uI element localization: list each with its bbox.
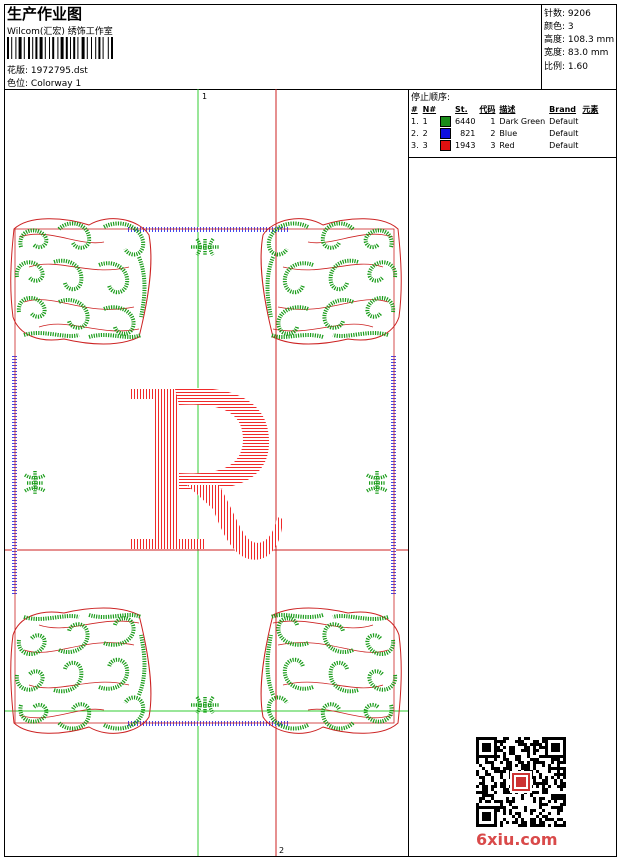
sprig-top xyxy=(189,237,221,257)
design-height: 高度: 108.3 mm xyxy=(544,32,614,45)
row-code: 2 xyxy=(490,128,496,138)
row-element xyxy=(580,127,600,139)
row-stitches: 821 xyxy=(460,128,476,138)
row-swatch xyxy=(438,127,453,139)
color-count-label: 颜色: xyxy=(544,22,566,32)
watermark-text: 6xiu.com xyxy=(476,830,558,849)
table-row: 3. 3 1943 3 Red Default xyxy=(409,139,600,151)
letter-r xyxy=(130,387,283,560)
row-needle: 1 xyxy=(422,116,428,126)
design-width-label: 宽度: xyxy=(544,48,566,58)
frame-right-border xyxy=(391,354,396,594)
design-file-row: 花版: 1972795.dst xyxy=(7,63,88,76)
sprig-right xyxy=(365,469,389,497)
row-description: Red xyxy=(499,140,515,150)
color-swatch xyxy=(440,127,452,139)
row-code: 1 xyxy=(490,116,496,126)
col-stitches: St. xyxy=(455,104,468,114)
stitch-count-value: 9206 xyxy=(567,9,591,19)
row-stitches: 1943 xyxy=(455,140,476,150)
row-description: Blue xyxy=(499,128,518,138)
colorway-value: Colorway 1 xyxy=(30,79,82,89)
stitch-count: 针数: 9206 xyxy=(544,6,591,19)
frame-top-border xyxy=(128,227,288,232)
frame-left-border xyxy=(12,354,17,594)
page-title: 生产作业图 xyxy=(7,5,83,23)
design-canvas[interactable]: 1 2 xyxy=(5,89,409,856)
color-swatch xyxy=(440,115,452,127)
design-width: 宽度: 83.0 mm xyxy=(544,45,608,58)
row-swatch xyxy=(438,115,453,127)
row-needle: 3 xyxy=(422,140,428,150)
table-row: 1. 1 6440 1 Dark Green Default xyxy=(409,115,600,127)
axis-label-bottom: 2 xyxy=(279,846,285,855)
row-needle: 2 xyxy=(422,128,428,138)
table-row: 2. 2 821 2 Blue Default xyxy=(409,127,600,139)
corner-top-left xyxy=(8,216,153,346)
colorway-label: 色位: xyxy=(7,79,29,89)
design-file-label: 花版: xyxy=(7,66,29,76)
color-count: 颜色: 3 xyxy=(544,19,574,32)
col-description: 描述 xyxy=(499,104,516,114)
design-scale-label: 比例: xyxy=(544,62,566,72)
design-stats: 针数: 9206 颜色: 3 高度: 108.3 mm 宽度: 83.0 mm … xyxy=(541,5,618,89)
row-description: Dark Green xyxy=(499,116,546,126)
design-scale-value: 1.60 xyxy=(567,62,588,72)
row-stitches: 6440 xyxy=(455,116,476,126)
row-index: 3. xyxy=(411,140,419,150)
stop-sequence-title: 停止顺序: xyxy=(411,93,451,103)
corner-bottom-left xyxy=(8,606,153,736)
col-needle: N# xyxy=(422,104,437,114)
row-element xyxy=(580,139,600,151)
panel-divider xyxy=(409,157,616,158)
row-element xyxy=(580,115,600,127)
row-brand: Default xyxy=(549,116,579,126)
stitch-count-label: 针数: xyxy=(544,9,566,19)
color-swatch xyxy=(440,139,452,151)
col-brand: Brand xyxy=(549,104,577,114)
qr-code[interactable] xyxy=(476,737,566,827)
design-height-value: 108.3 mm xyxy=(567,35,615,45)
row-code: 3 xyxy=(490,140,496,150)
axis-label-top: 1 xyxy=(202,92,208,101)
colorway-row: 色位: Colorway 1 xyxy=(7,76,81,89)
design-height-label: 高度: xyxy=(544,35,566,45)
row-brand: Default xyxy=(549,128,579,138)
frame-bottom-border xyxy=(128,721,288,726)
col-swatch xyxy=(438,103,453,115)
header-info: 生产作业图 Wilcom(汇宏) 绣饰工作室 花版: 1972795.dst 色… xyxy=(5,5,541,89)
row-index: 1. xyxy=(411,116,419,126)
corner-bottom-right xyxy=(259,606,404,736)
production-sheet: 生产作业图 Wilcom(汇宏) 绣饰工作室 花版: 1972795.dst 色… xyxy=(4,4,617,857)
design-file-value: 1972795.dst xyxy=(30,66,88,76)
row-index: 2. xyxy=(411,128,419,138)
col-code: 代码 xyxy=(479,104,496,114)
col-index: # xyxy=(411,104,418,114)
col-element: 元素 xyxy=(582,104,599,114)
corner-top-right xyxy=(259,216,404,346)
studio-name: Wilcom(汇宏) 绣饰工作室 xyxy=(7,27,113,37)
sprig-left xyxy=(23,469,47,497)
design-scale: 比例: 1.60 xyxy=(544,59,588,72)
color-count-value: 3 xyxy=(567,22,574,32)
row-brand: Default xyxy=(549,140,579,150)
embroidery-preview xyxy=(5,89,408,856)
table-header-row: # N# St. 代码 描述 Brand 元素 xyxy=(409,103,600,115)
row-swatch xyxy=(438,139,453,151)
design-width-value: 83.0 mm xyxy=(567,48,609,58)
barcode xyxy=(7,37,113,59)
stop-sequence-table: # N# St. 代码 描述 Brand 元素 1. 1 6440 1 Dark Gre… xyxy=(409,103,600,151)
